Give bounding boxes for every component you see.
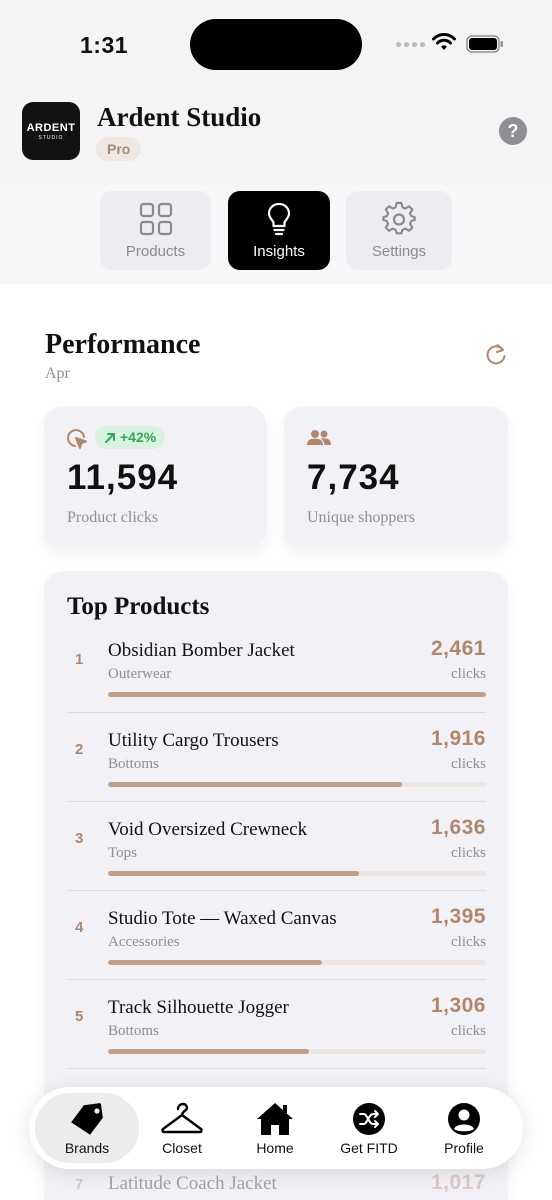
tabbar-label: Get FITD: [340, 1139, 398, 1156]
product-rank: 2: [75, 741, 84, 758]
tabbar-closet[interactable]: Closet: [132, 1093, 232, 1163]
wifi-icon: [432, 33, 456, 50]
stat-card-shoppers: 7,734 Unique shoppers: [284, 406, 508, 548]
tab-settings[interactable]: Settings: [346, 191, 452, 270]
stat-label: Unique shoppers: [307, 509, 415, 526]
clicks-unit: clicks: [451, 845, 486, 861]
people-icon: [307, 430, 331, 445]
tabbar-brands[interactable]: Brands: [35, 1093, 139, 1163]
tab-products[interactable]: Products: [100, 191, 211, 270]
brand-name: Ardent Studio: [97, 102, 262, 132]
product-name: Studio Tote — Waxed Canvas: [108, 908, 337, 929]
click-share-fill: [108, 1049, 309, 1054]
product-rank: 3: [75, 830, 84, 847]
product-row[interactable]: 5 Track Silhouette Jogger Bottoms 1,306 …: [67, 979, 486, 1068]
tabbar-label: Brands: [64, 1139, 110, 1156]
dynamic-island: [190, 19, 362, 70]
click-share-bar: [108, 692, 486, 697]
tabbar-profile[interactable]: Profile: [414, 1093, 514, 1163]
tab-insights[interactable]: Insights: [228, 191, 330, 270]
product-category: Tops: [108, 845, 137, 861]
logo-subtext: STUDIO: [38, 134, 64, 141]
logo-wordmark: ARDENT: [26, 121, 76, 134]
product-rank: 4: [75, 919, 84, 936]
arrow-up-right-icon: [105, 432, 115, 443]
shuffle-icon: [352, 1101, 386, 1137]
tabbar-label: Closet: [162, 1139, 202, 1156]
battery-icon: [466, 35, 503, 53]
product-name: Track Silhouette Jogger: [108, 997, 289, 1018]
product-clicks: 1,306: [430, 994, 486, 1017]
clicks-unit: clicks: [451, 1023, 486, 1039]
product-row[interactable]: 4 Studio Tote — Waxed Canvas Accessories…: [67, 890, 486, 979]
tab-label: Settings: [371, 243, 427, 260]
tag-icon: [68, 1101, 106, 1137]
product-name: Obsidian Bomber Jacket: [108, 640, 295, 661]
tabbar-label: Home: [256, 1139, 294, 1156]
status-time: 1:31: [80, 32, 129, 58]
tabbar-get-fitd[interactable]: Get FITD: [319, 1093, 419, 1163]
insights-content: Performance Apr +42% 11,594 Product clic…: [0, 284, 552, 1200]
plan-badge: Pro: [96, 137, 142, 161]
product-clicks: 1,395: [430, 905, 486, 928]
bottom-tab-bar: Brands Closet Home Get FITD Profile: [29, 1087, 523, 1169]
period-label: Apr: [45, 365, 70, 382]
product-clicks: 1,916: [430, 727, 486, 750]
tab-label: Insights: [253, 243, 305, 260]
click-share-bar: [108, 1049, 486, 1054]
click-share-fill: [108, 782, 403, 787]
product-row[interactable]: 3 Void Oversized Crewneck Tops 1,636 cli…: [67, 801, 486, 890]
product-name: Void Oversized Crewneck: [108, 819, 308, 840]
click-share-bar: [108, 871, 486, 876]
product-row[interactable]: 2 Utility Cargo Trousers Bottoms 1,916 c…: [67, 712, 486, 801]
trend-value: +42%: [120, 429, 157, 445]
grid-icon: [138, 201, 174, 237]
click-share-fill: [108, 692, 486, 697]
product-clicks: 1,017: [430, 1171, 486, 1194]
brand-logo: ARDENT STUDIO: [22, 102, 80, 160]
house-icon: [255, 1101, 295, 1137]
stat-value: 7,734: [307, 458, 400, 497]
person-icon: [447, 1101, 481, 1137]
tabbar-home[interactable]: Home: [225, 1093, 325, 1163]
stat-value: 11,594: [67, 458, 179, 497]
trend-badge: +42%: [95, 426, 166, 449]
click-share-bar: [108, 960, 486, 965]
click-share-fill: [108, 871, 360, 876]
product-rank: 1: [75, 651, 84, 668]
product-category: Outerwear: [108, 666, 172, 682]
tabbar-label: Profile: [444, 1139, 484, 1156]
click-share-bar: [108, 782, 486, 787]
product-clicks: 1,636: [430, 816, 486, 839]
product-clicks: 2,461: [430, 637, 486, 660]
section-title: Performance: [45, 329, 201, 360]
product-rank: 5: [75, 1008, 84, 1025]
top-products-title: Top Products: [67, 593, 210, 620]
stat-card-clicks: +42% 11,594 Product clicks: [44, 406, 266, 548]
lightbulb-icon: [261, 201, 297, 237]
product-rank: 7: [75, 1176, 84, 1193]
clicks-unit: clicks: [451, 666, 486, 682]
refresh-icon[interactable]: [483, 342, 509, 368]
help-button[interactable]: ?: [499, 117, 527, 145]
stat-label: Product clicks: [67, 509, 159, 526]
clicks-unit: clicks: [451, 756, 486, 772]
section-tabs: Products Insights Settings: [0, 185, 552, 284]
gear-icon: [381, 201, 417, 237]
brand-header: ARDENT STUDIO Ardent Studio Pro ?: [0, 90, 552, 185]
click-share-fill: [108, 960, 323, 965]
product-category: Bottoms: [108, 1023, 159, 1039]
signal-icon: [396, 42, 425, 47]
product-category: Bottoms: [108, 756, 159, 772]
product-row[interactable]: 1 Obsidian Bomber Jacket Outerwear 2,461…: [67, 623, 486, 712]
clicks-unit: clicks: [451, 934, 486, 950]
status-bar: 1:31: [0, 0, 552, 90]
tab-label: Products: [125, 243, 186, 260]
product-name: Utility Cargo Trousers: [108, 730, 279, 751]
hanger-icon: [160, 1101, 204, 1137]
product-category: Accessories: [108, 934, 180, 950]
cursor-click-icon: [67, 429, 87, 449]
product-name: Latitude Coach Jacket: [108, 1173, 277, 1194]
